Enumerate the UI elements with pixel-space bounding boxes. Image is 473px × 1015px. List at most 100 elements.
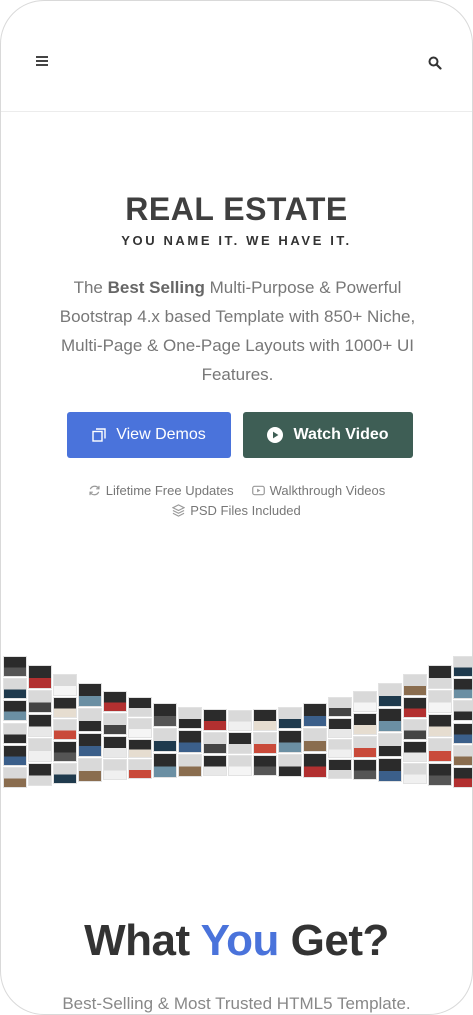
- template-thumbnail: [128, 697, 152, 717]
- template-thumbnail: [28, 665, 52, 689]
- template-thumbnail: [3, 700, 27, 722]
- template-thumbnail: [103, 713, 127, 735]
- video-icon: [251, 485, 265, 496]
- template-thumbnail: [428, 665, 452, 689]
- template-thumbnail: [453, 678, 472, 700]
- top-navbar: [1, 1, 472, 112]
- feature-row-2: PSD Files Included: [1, 503, 472, 518]
- template-thumbnail: [178, 754, 202, 777]
- search-icon[interactable]: [428, 56, 442, 70]
- template-thumbnail: [228, 710, 252, 732]
- template-thumbnail: [78, 683, 102, 707]
- hero-title: REAL ESTATE: [125, 191, 348, 227]
- template-thumbnail: [428, 762, 452, 786]
- template-thumbnail: [28, 689, 52, 713]
- view-demos-label: View Demos: [116, 426, 206, 443]
- template-thumbnail: [78, 733, 102, 757]
- feature-updates-label: Lifetime Free Updates: [105, 483, 234, 498]
- template-thumbnail: [403, 718, 427, 740]
- template-thumbnail: [353, 690, 377, 713]
- template-thumbnail: [78, 758, 102, 782]
- feature-videos-label: Walkthrough Videos: [269, 483, 386, 498]
- title-part-b: Get?: [278, 916, 390, 965]
- template-thumbnail: [353, 735, 377, 758]
- template-thumbnail: [53, 762, 77, 784]
- template-thumbnail: [378, 758, 402, 782]
- template-thumbnail: [353, 713, 377, 735]
- template-thumbnail: [378, 708, 402, 732]
- template-thumbnail: [328, 717, 352, 738]
- template-thumbnail: [203, 731, 227, 754]
- template-thumbnail: [328, 738, 352, 759]
- copy-pages-icon: [92, 428, 106, 442]
- play-circle-icon: [267, 427, 284, 443]
- phone-frame: REAL ESTATE YOU NAME IT. WE HAVE IT. The…: [0, 0, 473, 1015]
- template-thumbnail: [403, 696, 427, 718]
- template-thumbnail: [128, 759, 152, 779]
- template-thumbnail: [53, 696, 77, 718]
- hero-tagline: YOU NAME IT. WE HAVE IT.: [121, 233, 352, 248]
- template-thumbnail: [428, 713, 452, 738]
- title-accent: You: [200, 916, 280, 965]
- template-thumbnail: [28, 738, 52, 762]
- template-thumbnail: [403, 674, 427, 696]
- layers-icon: [172, 504, 186, 517]
- template-thumbnail: [28, 713, 52, 738]
- template-thumbnail: [378, 733, 402, 757]
- template-thumbnail: [403, 762, 427, 784]
- template-thumbnail: [303, 702, 327, 728]
- template-thumbnail: [278, 706, 302, 730]
- template-preview-collage: [1, 641, 472, 811]
- feature-psd: PSD Files Included: [172, 503, 301, 518]
- template-thumbnail: [453, 766, 472, 788]
- template-thumbnail: [328, 697, 352, 717]
- template-thumbnail: [128, 738, 152, 759]
- desc-prefix: The: [73, 278, 108, 297]
- template-thumbnail: [328, 759, 352, 779]
- template-thumbnail: [303, 753, 327, 778]
- template-thumbnail: [3, 722, 27, 744]
- template-thumbnail: [453, 656, 472, 678]
- template-thumbnail: [278, 754, 302, 777]
- template-thumbnail: [253, 709, 277, 731]
- template-thumbnail: [53, 674, 77, 696]
- template-thumbnail: [278, 730, 302, 754]
- template-thumbnail: [303, 728, 327, 753]
- template-thumbnail: [128, 717, 152, 738]
- template-thumbnail: [3, 678, 27, 700]
- desc-highlight: Best Selling: [107, 278, 205, 297]
- template-thumbnail: [153, 728, 177, 753]
- feature-updates: Lifetime Free Updates: [88, 483, 234, 498]
- template-thumbnail: [178, 706, 202, 730]
- template-thumbnail: [453, 744, 472, 766]
- watch-video-label: Watch Video: [293, 426, 389, 443]
- template-thumbnail: [28, 762, 52, 786]
- what-you-get-title: What You Get?: [1, 916, 472, 966]
- template-thumbnail: [378, 683, 402, 707]
- template-thumbnail: [3, 656, 27, 678]
- what-you-get-subtitle: Best-Selling & Most Trusted HTML5 Templa…: [62, 994, 411, 1013]
- template-thumbnail: [153, 702, 177, 728]
- template-thumbnail: [453, 722, 472, 744]
- refresh-icon: [89, 485, 100, 496]
- template-thumbnail: [53, 718, 77, 740]
- title-part-a: What: [84, 916, 201, 965]
- template-thumbnail: [103, 690, 127, 713]
- feature-psd-label: PSD Files Included: [190, 503, 301, 518]
- template-thumbnail: [78, 708, 102, 732]
- template-thumbnail: [103, 758, 127, 781]
- template-thumbnail: [353, 758, 377, 781]
- hero-description: The Best Selling Multi-Purpose & Powerfu…: [41, 273, 434, 389]
- template-thumbnail: [178, 730, 202, 754]
- feature-row-1: Lifetime Free Updates Walkthrough Videos: [1, 483, 472, 498]
- hamburger-menu-icon[interactable]: [36, 56, 48, 66]
- template-thumbnail: [3, 744, 27, 766]
- template-thumbnail: [453, 700, 472, 722]
- view-demos-button[interactable]: View Demos: [67, 412, 231, 458]
- template-thumbnail: [228, 732, 252, 754]
- template-thumbnail: [3, 766, 27, 788]
- feature-videos: Walkthrough Videos: [251, 483, 386, 498]
- watch-video-button[interactable]: Watch Video: [243, 412, 413, 458]
- template-thumbnail: [228, 754, 252, 776]
- template-thumbnail: [103, 735, 127, 758]
